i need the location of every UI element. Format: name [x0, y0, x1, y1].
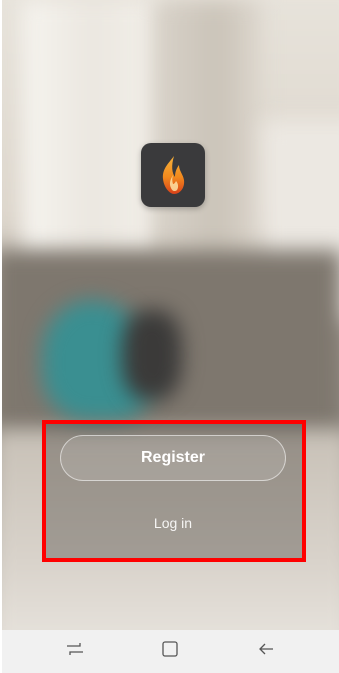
- recent-apps-button[interactable]: [55, 632, 95, 672]
- back-button[interactable]: [246, 632, 286, 672]
- flame-icon: [158, 155, 188, 195]
- app-logo: [141, 143, 205, 207]
- back-arrow-icon: [257, 641, 275, 662]
- system-nav-bar: [2, 630, 339, 673]
- recent-apps-icon: [65, 641, 85, 662]
- home-icon: [161, 640, 179, 663]
- register-button[interactable]: Register: [60, 435, 286, 481]
- home-button[interactable]: [150, 632, 190, 672]
- login-link[interactable]: Log in: [112, 510, 234, 536]
- login-label: Log in: [153, 515, 193, 531]
- register-label: Register: [140, 449, 206, 466]
- login-screen: Register Log in: [2, 0, 339, 673]
